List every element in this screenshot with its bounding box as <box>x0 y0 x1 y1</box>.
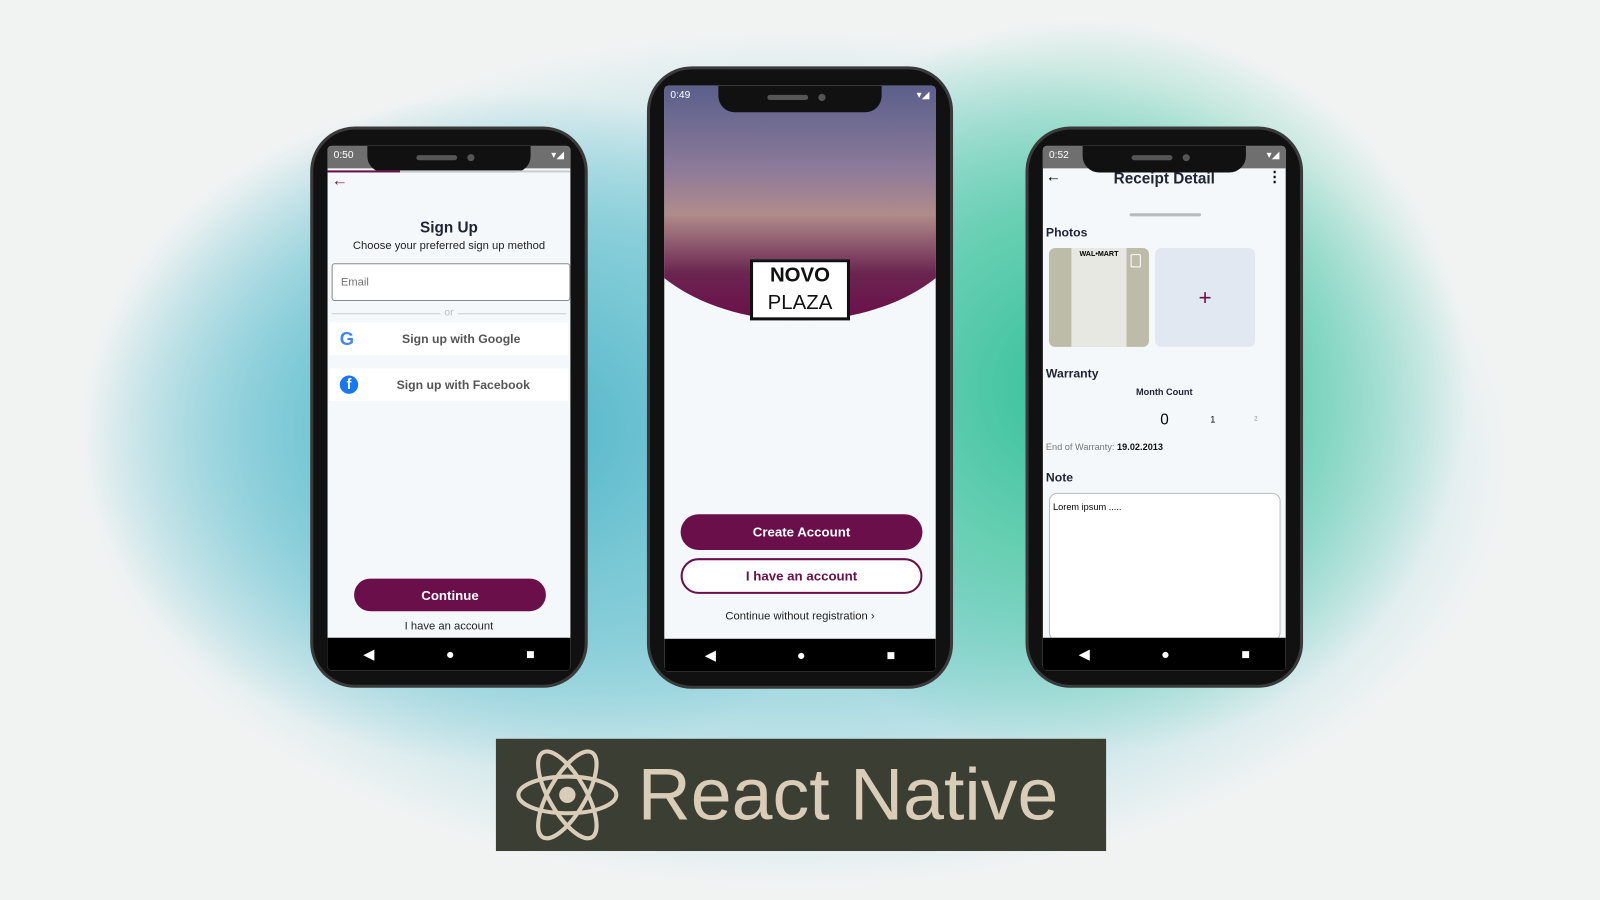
warranty-heading: Warranty <box>1045 366 1099 381</box>
banner-title: React Native <box>637 754 1059 836</box>
or-divider: or <box>440 307 458 319</box>
note-textarea[interactable]: Lorem ipsum ..... <box>1048 492 1281 641</box>
back-icon[interactable]: ◀ <box>363 645 374 662</box>
have-account-button[interactable]: I have an account <box>680 558 923 594</box>
subtitle: Choose your preferred sign up method <box>352 239 546 253</box>
create-account-button[interactable]: Create Account <box>680 514 923 550</box>
status-time: 0:52 <box>1048 149 1069 162</box>
add-photo-button[interactable]: + <box>1155 247 1256 347</box>
month-count-label: Month Count <box>1135 386 1193 397</box>
phone-signup: 0:50 ▾◢ ← Sign Up Choose your preferred s… <box>310 126 588 688</box>
recents-icon[interactable]: ■ <box>1241 646 1250 662</box>
home-icon[interactable]: ● <box>446 646 455 662</box>
status-time: 0:50 <box>333 149 354 162</box>
photos-heading: Photos <box>1045 225 1088 240</box>
continue-button[interactable]: Continue <box>354 578 546 612</box>
recents-icon[interactable]: ■ <box>887 647 896 663</box>
recents-icon[interactable]: ■ <box>526 646 535 662</box>
home-icon[interactable]: ● <box>1161 646 1170 662</box>
phone-welcome: 0:49 ▾◢ NOVO PLAZA Create Account I have a… <box>646 66 954 689</box>
note-heading: Note <box>1045 470 1074 485</box>
receipt-photo[interactable]: WAL•MART <box>1048 247 1149 347</box>
more-options-icon[interactable]: ⋮ <box>1267 168 1281 185</box>
phone-receipt-detail: 0:52 ▾◢ ← Receipt Detail ⋮ Photos WAL•MAR… <box>1025 126 1304 688</box>
back-icon[interactable]: ◀ <box>705 646 716 663</box>
have-account-link[interactable]: I have an account <box>328 620 571 632</box>
chevron-right-icon: › <box>870 610 875 623</box>
react-native-banner: React Native <box>495 738 1107 852</box>
status-time: 0:49 <box>670 89 691 102</box>
page-title: Sign Up <box>420 219 478 237</box>
page-title: Receipt Detail <box>1113 170 1215 188</box>
month-picker[interactable]: 0 1 2 <box>1043 411 1286 431</box>
google-icon: G <box>339 328 355 349</box>
android-nav-bar: ◀ ● ■ <box>1042 637 1286 671</box>
react-logo-icon <box>516 749 619 841</box>
continue-without-registration-link[interactable]: Continue without registration › <box>664 610 935 622</box>
back-icon[interactable]: ◀ <box>1079 645 1090 662</box>
android-nav-bar: ◀ ● ■ <box>327 637 571 671</box>
end-of-warranty: End of Warranty: 19.02.2013 <box>1045 441 1164 453</box>
email-input[interactable] <box>331 263 571 302</box>
back-arrow-icon[interactable]: ← <box>332 172 348 190</box>
trash-icon[interactable] <box>1130 254 1141 268</box>
novo-plaza-logo: NOVO PLAZA <box>749 259 850 321</box>
google-signup-button[interactable]: G Sign up with Google <box>329 322 569 356</box>
facebook-signup-button[interactable]: f Sign up with Facebook <box>329 368 569 402</box>
home-icon[interactable]: ● <box>797 647 806 663</box>
android-nav-bar: ◀ ● ■ <box>664 638 936 672</box>
facebook-icon: f <box>339 375 359 394</box>
